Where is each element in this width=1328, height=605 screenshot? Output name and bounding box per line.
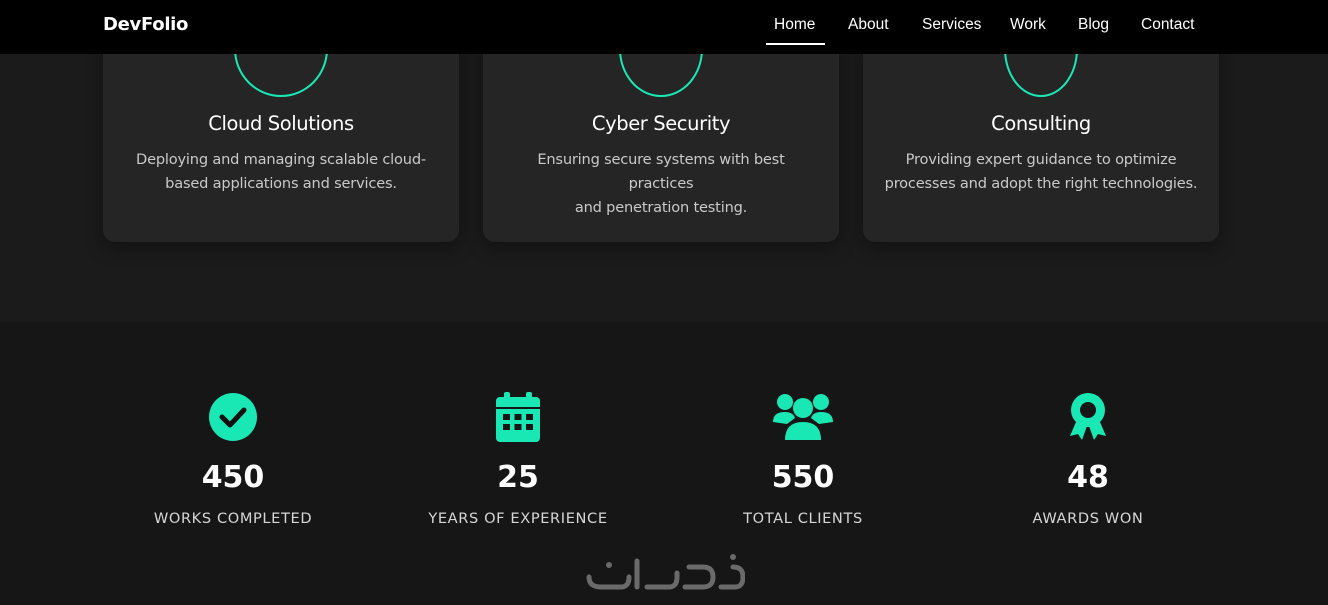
- stat-number: 450: [201, 460, 265, 495]
- active-nav-indicator: [766, 43, 825, 45]
- service-card-cloud[interactable]: Cloud Solutions Deploying and managing s…: [103, 34, 459, 242]
- stat-number: 550: [771, 460, 835, 495]
- service-description-line: Ensuring secure systems with best practi…: [537, 151, 785, 192]
- service-title: Consulting: [991, 112, 1091, 135]
- service-description-line: Deploying and managing scalable cloud-: [136, 151, 426, 168]
- service-description: Deploying and managing scalable cloud- b…: [123, 148, 439, 196]
- nav-link-work[interactable]: Work: [1010, 16, 1046, 34]
- brand-logo[interactable]: DevFolio: [103, 14, 188, 35]
- nav-link-blog[interactable]: Blog: [1078, 16, 1109, 34]
- stat-number: 48: [1067, 460, 1109, 495]
- stat-label: AWARDS WON: [1032, 510, 1144, 527]
- calendar-icon: [496, 392, 540, 442]
- nav-link-contact[interactable]: Contact: [1141, 16, 1194, 34]
- stat-label: TOTAL CLIENTS: [743, 510, 863, 527]
- navbar: DevFolio Home About Services Work Blog C…: [0, 0, 1328, 54]
- watermark-logo: [586, 554, 745, 590]
- service-card-consulting[interactable]: Consulting Providing expert guidance to …: [863, 34, 1219, 242]
- service-title: Cloud Solutions: [208, 112, 354, 135]
- service-title: Cyber Security: [591, 112, 731, 135]
- stat-label: WORKS COMPLETED: [153, 510, 313, 527]
- award-icon: [1070, 393, 1106, 440]
- service-description-line: Providing expert guidance to optimize: [905, 151, 1177, 168]
- stat-number: 25: [497, 460, 539, 495]
- service-description: Providing expert guidance to optimize pr…: [883, 148, 1199, 196]
- service-description-line: and penetration testing.: [574, 199, 748, 216]
- service-description-line: based applications and services.: [165, 175, 397, 192]
- nav-link-home[interactable]: Home: [774, 16, 815, 34]
- nav-link-services[interactable]: Services: [922, 16, 981, 34]
- service-description: Ensuring secure systems with best practi…: [503, 148, 819, 220]
- services-section: Cloud Solutions Deploying and managing s…: [0, 34, 1328, 322]
- stat-label: YEARS OF EXPERIENCE: [428, 510, 608, 527]
- nav-link-about[interactable]: About: [848, 16, 889, 34]
- check-circle-icon: [209, 393, 257, 441]
- users-icon: [773, 394, 833, 440]
- service-card-security[interactable]: Cyber Security Ensuring secure systems w…: [483, 34, 839, 242]
- service-description-line: processes and adopt the right technologi…: [884, 175, 1198, 192]
